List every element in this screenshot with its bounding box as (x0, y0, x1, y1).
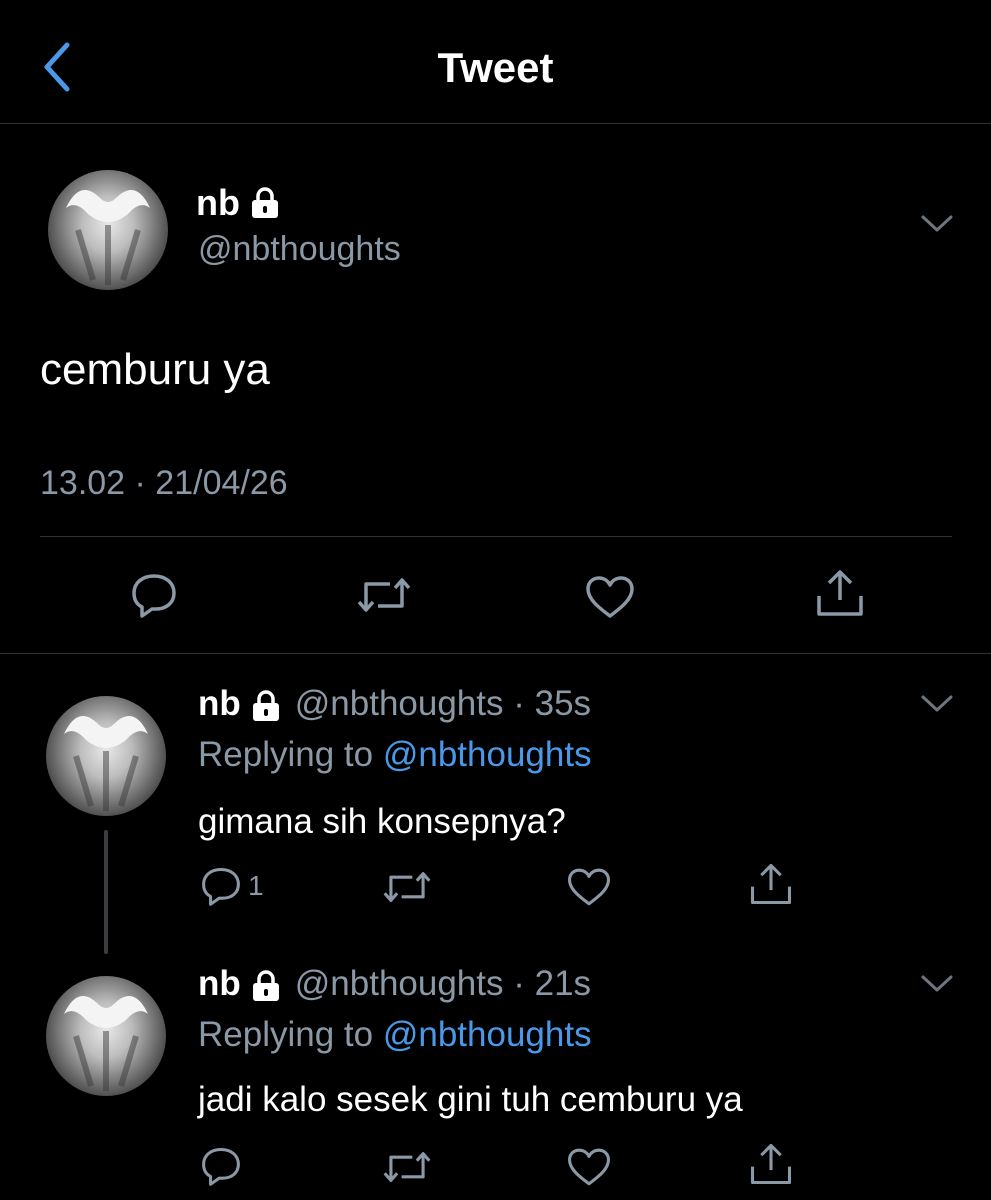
avatar[interactable] (48, 170, 168, 290)
avatar[interactable] (46, 696, 166, 816)
author-name[interactable]: nb (196, 182, 240, 224)
reply-author-name[interactable]: nb (198, 684, 241, 723)
reply-author-name[interactable]: nb (198, 964, 241, 1003)
separator: · (503, 964, 535, 1003)
share-icon (817, 570, 863, 616)
actions-divider (0, 653, 991, 654)
author-line: nb (196, 180, 280, 226)
reply-text: gimana sih konsepnya? (198, 802, 566, 841)
share-icon (750, 1143, 792, 1185)
reply-time[interactable]: 21s (535, 964, 591, 1003)
like-button[interactable] (584, 574, 636, 620)
replying-to-handle[interactable]: @nbthoughts (383, 1015, 592, 1054)
reply-button[interactable]: 1 (200, 866, 264, 906)
avatar-image (64, 716, 148, 811)
lock-icon (252, 690, 279, 721)
like-icon (567, 868, 611, 906)
replying-to-label: Replying to (198, 1015, 383, 1054)
header-divider (0, 123, 991, 124)
chevron-down-icon[interactable] (920, 692, 954, 714)
like-icon (567, 1148, 611, 1186)
reply-author-handle[interactable]: @nbthoughts (295, 964, 504, 1003)
like-icon (586, 576, 634, 618)
avatar-image (64, 996, 148, 1091)
reply-icon (132, 574, 176, 618)
retweet-button[interactable] (382, 1148, 432, 1186)
replying-to-handle[interactable]: @nbthoughts (383, 735, 592, 774)
lock-icon (252, 970, 279, 1001)
tweet-timestamp[interactable]: 13.02 · 21/04/26 (40, 460, 288, 506)
retweet-button[interactable] (356, 574, 412, 616)
page-title: Tweet (437, 44, 554, 91)
reply-time[interactable]: 35s (535, 684, 591, 723)
tweet-text: cemburu ya (40, 345, 270, 394)
retweet-icon (383, 872, 431, 902)
replying-to: Replying to @nbthoughts (198, 1013, 592, 1057)
thread-line (104, 830, 108, 954)
separator: · (503, 684, 535, 723)
reply-header: nb @nbthoughts · 35s (198, 682, 591, 726)
avatar-image (66, 190, 150, 285)
chevron-down-icon[interactable] (920, 212, 954, 234)
retweet-icon (357, 578, 411, 612)
back-button[interactable] (36, 40, 76, 94)
replying-to-label: Replying to (198, 735, 383, 774)
share-button[interactable] (748, 862, 794, 906)
chevron-down-icon[interactable] (920, 972, 954, 994)
reply-text: jadi kalo sesek gini tuh cemburu ya (198, 1080, 743, 1119)
reply-author-handle[interactable]: @nbthoughts (295, 684, 504, 723)
share-button[interactable] (748, 1142, 794, 1186)
chevron-left-icon (44, 42, 70, 92)
retweet-icon (383, 1152, 431, 1182)
like-button[interactable] (566, 866, 612, 908)
reply-icon (202, 1147, 240, 1186)
replying-to: Replying to @nbthoughts (198, 733, 592, 777)
reply-icon (202, 867, 240, 906)
avatar[interactable] (46, 976, 166, 1096)
timestamp-divider (40, 536, 952, 537)
author-handle[interactable]: @nbthoughts (198, 226, 401, 272)
reply-button[interactable] (200, 1146, 242, 1186)
reply-button[interactable] (130, 572, 178, 618)
like-button[interactable] (566, 1146, 612, 1188)
share-icon (750, 863, 792, 905)
reply-header: nb @nbthoughts · 21s (198, 962, 591, 1006)
reply-count: 1 (248, 870, 264, 901)
share-button[interactable] (814, 568, 866, 618)
lock-icon (251, 187, 278, 218)
retweet-button[interactable] (382, 868, 432, 906)
